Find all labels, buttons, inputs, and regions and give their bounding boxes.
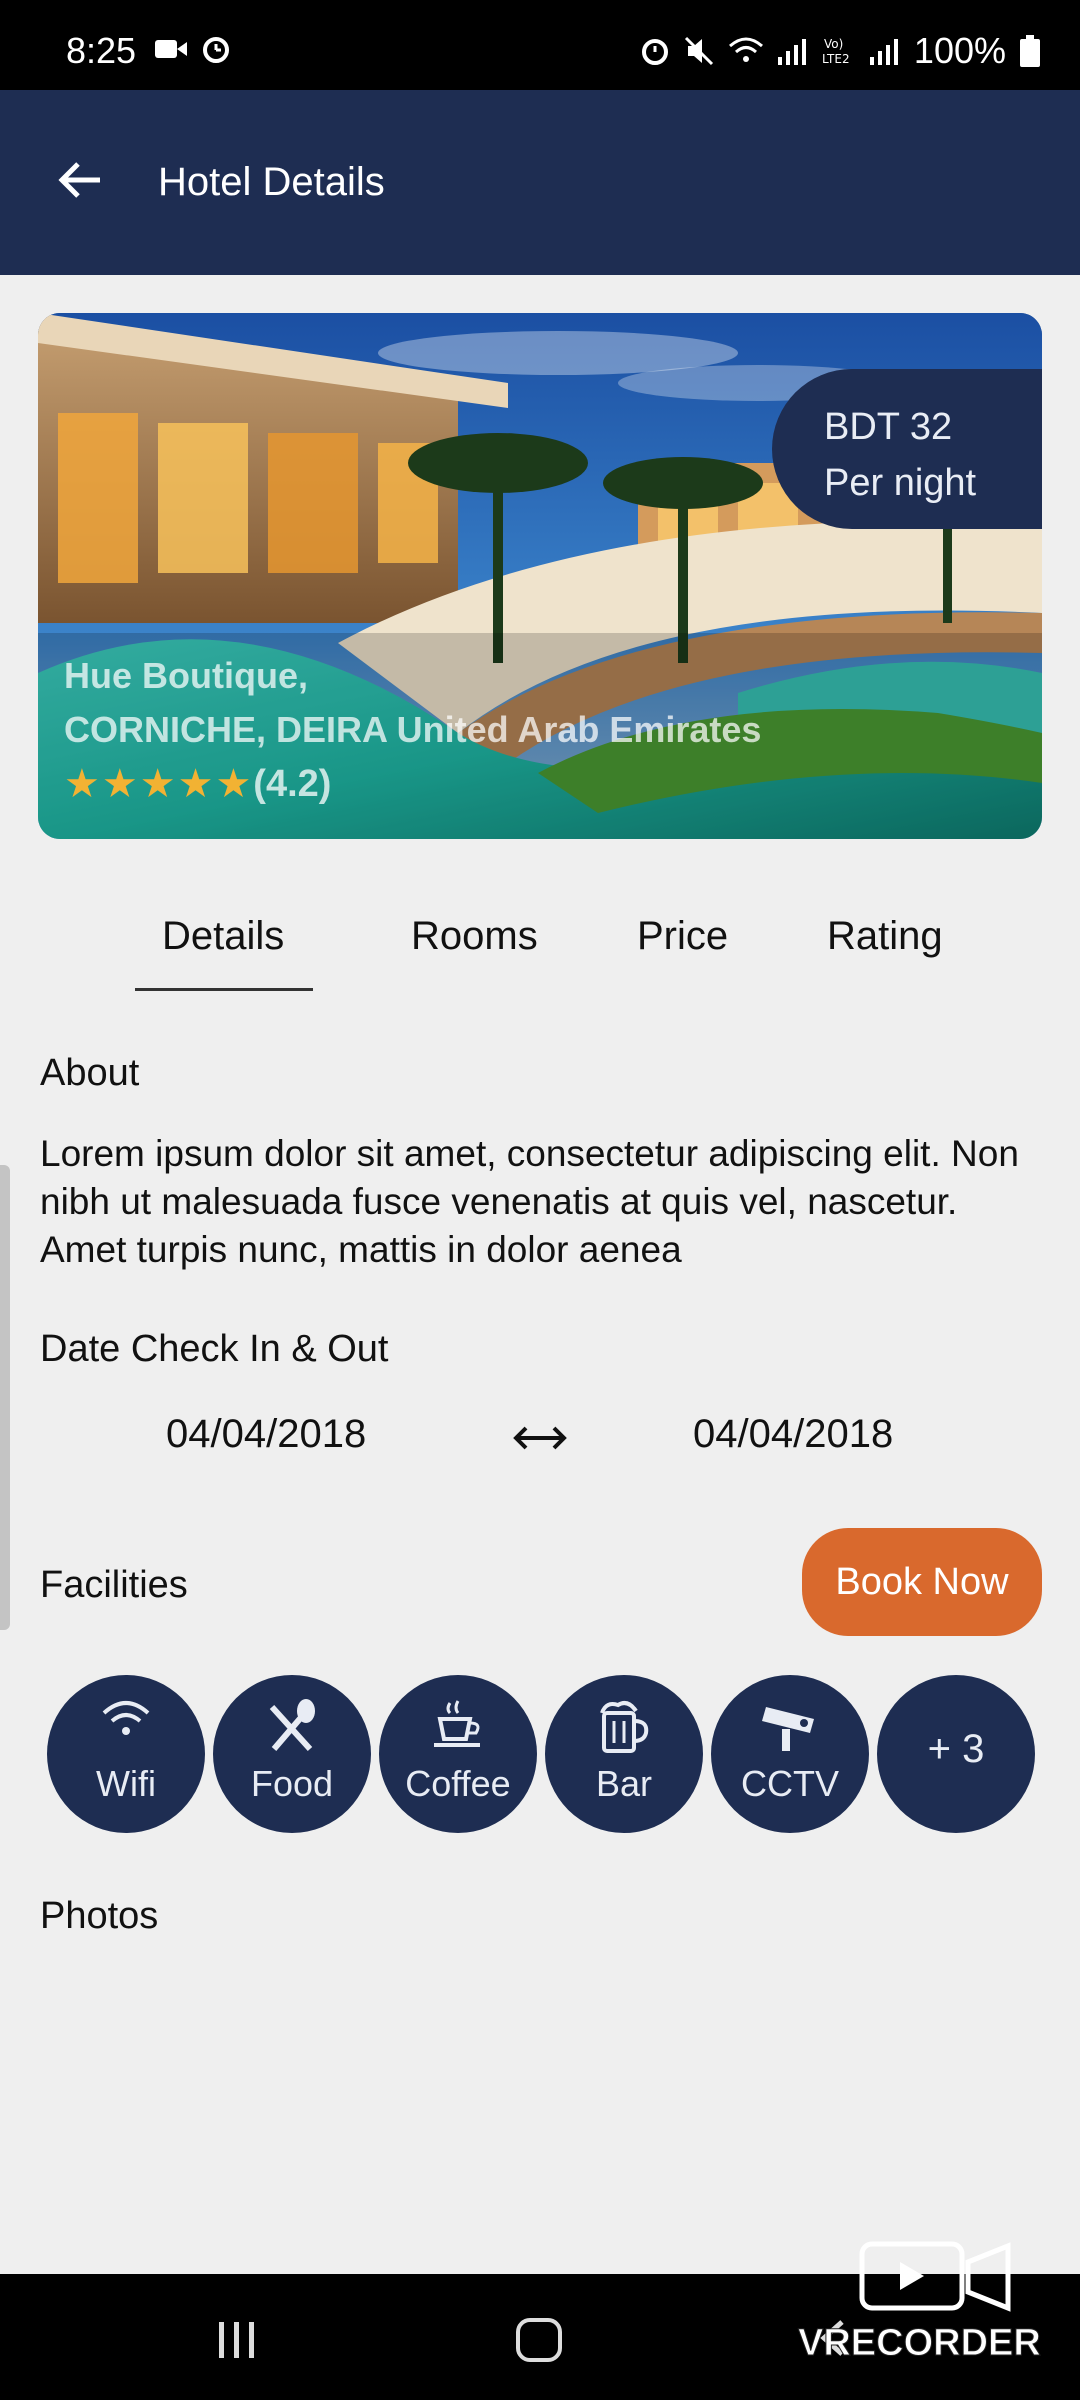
tab-price[interactable]: Price <box>637 914 728 959</box>
hotel-name: Hue Boutique, <box>64 655 308 696</box>
cctv-icon <box>762 1707 814 1751</box>
back-arrow-icon[interactable] <box>52 152 108 208</box>
mute-icon <box>684 36 713 66</box>
double-arrow-icon <box>513 1426 567 1450</box>
facility-food[interactable]: Food <box>213 1675 371 1833</box>
price-unit: Per night <box>824 462 977 504</box>
facilities-heading: Facilities <box>40 1564 188 1606</box>
more-facilities-count: + 3 <box>927 1727 985 1771</box>
facility-cctv[interactable]: CCTV <box>711 1675 869 1833</box>
wifi-signal-icon <box>728 37 763 62</box>
video-recording-icon <box>155 40 187 58</box>
status-left-icons <box>155 34 231 64</box>
status-bar: 8:25 Vo) LTE2 100% <box>0 0 1080 90</box>
facility-wifi[interactable]: Wifi <box>47 1675 205 1833</box>
hotel-location: CORNICHE, DEIRA United Arab Emirates <box>64 709 762 750</box>
tab-rating[interactable]: Rating <box>827 914 943 959</box>
video-recorder-icon <box>859 2241 1011 2312</box>
svg-text:LTE2: LTE2 <box>822 52 850 66</box>
rating-stars: ★★★★★ <box>64 762 254 806</box>
scroll-indicator <box>0 1165 10 1630</box>
facility-label: Bar <box>595 1763 653 1804</box>
dates-heading: Date Check In & Out <box>40 1328 389 1370</box>
beer-icon <box>600 1701 649 1753</box>
hotel-hero-card[interactable]: BDT 32 Per night Hue Boutique, CORNICHE,… <box>38 313 1042 839</box>
tab-bar: Details Rooms Price Rating <box>0 900 1080 1000</box>
facility-label: CCTV <box>741 1763 839 1804</box>
price-badge: BDT 32 Per night <box>772 369 1042 529</box>
status-right-icons: Vo) LTE2 100% <box>640 30 1040 72</box>
about-heading: About <box>40 1052 140 1094</box>
facility-coffee[interactable]: Coffee <box>379 1675 537 1833</box>
hotel-rating: ★★★★★ (4.2) <box>64 761 331 807</box>
check-in-date[interactable]: 04/04/2018 <box>166 1412 366 1457</box>
battery-percent: 100% <box>913 30 1006 71</box>
facility-more[interactable]: + 3 <box>877 1675 1035 1833</box>
cell-signal-icon <box>777 39 806 65</box>
check-out-date[interactable]: 04/04/2018 <box>693 1412 893 1457</box>
app-bar: Hotel Details <box>0 90 1080 275</box>
photos-heading: Photos <box>40 1895 159 1937</box>
page-title: Hotel Details <box>158 160 385 204</box>
facility-label: Food <box>250 1763 334 1804</box>
book-now-button[interactable]: Book Now <box>802 1528 1042 1636</box>
coffee-icon <box>434 1700 480 1747</box>
rating-value: (4.2) <box>253 762 332 805</box>
home-icon[interactable] <box>516 2318 562 2362</box>
status-time: 8:25 <box>66 30 137 71</box>
watermark-text: VRECORDER <box>798 2322 1042 2365</box>
wifi-icon <box>102 1701 150 1735</box>
price-amount: BDT 32 <box>824 406 953 448</box>
active-tab-indicator <box>135 988 313 991</box>
alarm-icon <box>641 39 668 65</box>
facility-label: Coffee <box>405 1763 511 1804</box>
about-text: Lorem ipsum dolor sit amet, consectetur … <box>40 1133 1019 1270</box>
volte-icon: Vo)LTE2 <box>822 37 850 66</box>
cell-signal-icon <box>869 39 898 65</box>
tab-details[interactable]: Details <box>162 914 284 959</box>
tab-rooms[interactable]: Rooms <box>411 914 538 959</box>
facilities-list: Wifi Food Coffee Bar CCTV + 3 <box>47 1675 1047 1835</box>
alarm-icon <box>203 37 229 63</box>
recent-apps-icon[interactable] <box>215 2320 259 2360</box>
facility-bar[interactable]: Bar <box>545 1675 703 1833</box>
svg-text:Vo): Vo) <box>824 37 843 51</box>
facility-label: Wifi <box>96 1763 156 1804</box>
food-icon <box>269 1699 315 1752</box>
battery-icon <box>1020 35 1040 67</box>
screen: 8:25 Vo) LTE2 100% Hotel Details BDT 32 … <box>0 0 1080 2400</box>
